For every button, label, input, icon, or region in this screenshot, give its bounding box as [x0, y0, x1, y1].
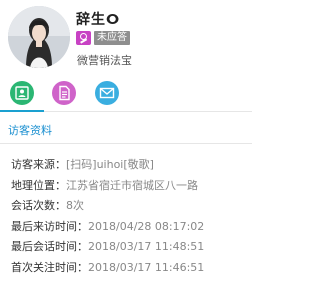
divider	[0, 143, 252, 144]
info-value: 2018/04/28 08:17:02	[88, 219, 205, 233]
info-value: [扫码]uihoi[敬歌]	[66, 158, 154, 171]
info-row-last-session: 最后会话时间：2018/03/17 11:48:51	[11, 237, 251, 258]
woman-portrait-icon	[8, 6, 70, 68]
info-value: 2018/03/17 11:48:51	[88, 240, 205, 253]
info-row-session-count: 会话次数：8次	[11, 196, 251, 217]
active-tab-indicator	[0, 110, 44, 112]
visitor-header: 辞生ⵔ 未应答 微营销法宝	[0, 0, 252, 72]
info-label: 最后会话时间：	[11, 240, 88, 253]
info-row-source: 访客来源：[扫码]uihoi[敬歌]	[11, 155, 251, 176]
action-icon-bar	[0, 76, 252, 112]
info-label: 会话次数：	[11, 199, 66, 212]
contact-card-icon	[15, 86, 29, 100]
info-row-first-follow: 首次关注时间：2018/03/17 11:46:51	[11, 258, 251, 279]
info-label: 地理位置：	[11, 178, 66, 192]
info-row-last-visit: 最后来访时间：2018/04/28 08:17:02	[11, 217, 251, 238]
info-label: 最后来访时间：	[11, 219, 88, 233]
mail-icon	[99, 87, 115, 99]
source-account-name: 微营销法宝	[77, 54, 132, 67]
contact-card-button[interactable]	[10, 81, 34, 105]
info-label: 首次关注时间：	[11, 260, 88, 274]
document-icon	[59, 85, 70, 101]
info-value: 江苏省宿迁市宿城区八一路	[66, 178, 198, 192]
info-value: 8次	[66, 199, 84, 212]
visitor-name: 辞生ⵔ	[76, 12, 121, 28]
info-label: 访客来源：	[11, 158, 66, 171]
visitor-info-list: 访客来源：[扫码]uihoi[敬歌] 地理位置：江苏省宿迁市宿城区八一路 会话次…	[11, 155, 251, 278]
tab-visitor-profile[interactable]: 访客资料	[8, 122, 52, 138]
badge-row: 未应答	[76, 31, 130, 45]
info-value: 2018/03/17 11:46:51	[88, 260, 205, 274]
pin-icon	[76, 31, 91, 45]
avatar[interactable]	[8, 6, 70, 68]
mail-button[interactable]	[95, 81, 119, 105]
info-row-location: 地理位置：江苏省宿迁市宿城区八一路	[11, 176, 251, 197]
status-badge: 未应答	[94, 31, 130, 45]
document-button[interactable]	[52, 81, 76, 105]
